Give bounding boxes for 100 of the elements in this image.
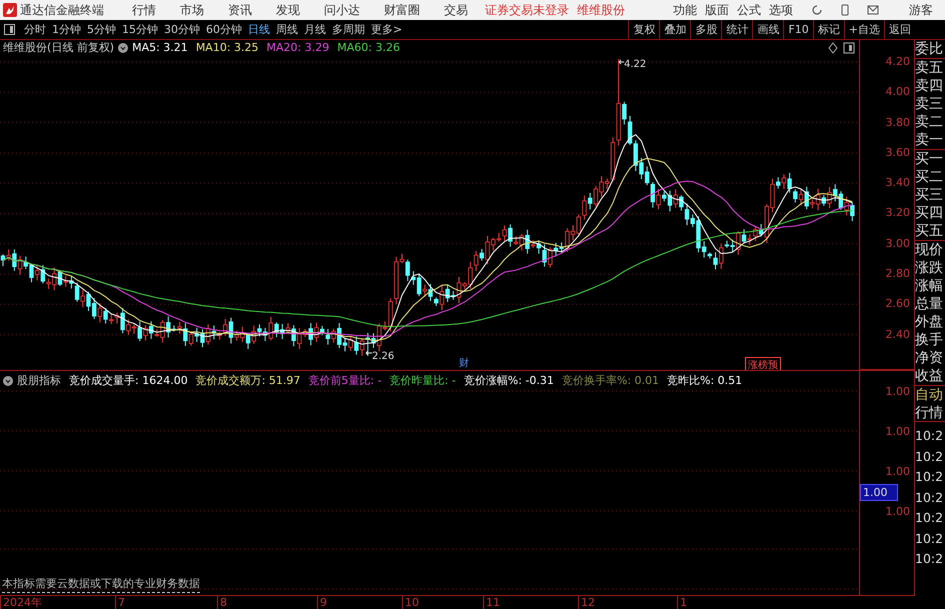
indicator-value: 竞价前5量比: - xyxy=(308,373,382,389)
date-axis-label: 9 xyxy=(317,596,327,609)
indicator-value: 竞昨比%: 0.51 xyxy=(667,373,742,389)
menu-item[interactable]: 市场 xyxy=(180,0,204,20)
quote-label: 涨幅 xyxy=(915,277,944,295)
indicator-value: 竞价换手率%: 0.01 xyxy=(562,373,660,389)
leader-line xyxy=(366,350,372,356)
trade-time: 10:2 xyxy=(915,468,944,486)
period-tab[interactable]: 1分钟 xyxy=(49,20,84,39)
quote-label: 总量 xyxy=(915,295,944,313)
period-tab[interactable]: 月线 xyxy=(301,20,329,39)
quote-label: 卖五 xyxy=(915,59,944,77)
period-tab[interactable]: 60分钟 xyxy=(203,20,245,39)
date-axis-label: 7 xyxy=(115,596,125,609)
period-tab[interactable]: 15分钟 xyxy=(119,20,161,39)
menu-item[interactable]: 版面 xyxy=(705,0,729,20)
indicator-axis-label: 1.00 xyxy=(884,385,911,399)
refresh-icon[interactable] xyxy=(811,4,823,16)
date-axis-label: 1 xyxy=(677,596,687,609)
indicator-axis-label: 1.00 xyxy=(884,505,911,519)
dropdown-icon[interactable] xyxy=(118,43,128,53)
menu-item[interactable]: 功能 xyxy=(673,0,697,20)
period-tab[interactable]: 多周期 xyxy=(329,20,368,39)
quote-label: 买三 xyxy=(915,186,944,204)
price-axis-label: 3.20 xyxy=(884,205,911,222)
price-axis-label: 4.20 xyxy=(884,54,911,70)
date-axis-label: 10 xyxy=(402,596,419,609)
quote-label: 换手 xyxy=(915,331,944,349)
quote-label: 买五 xyxy=(915,222,944,240)
leader-line xyxy=(618,60,624,64)
date-axis-label: 2024年 xyxy=(0,596,42,609)
moving-average-value: MA60: 3.26 xyxy=(337,40,400,56)
low-price-label: 2.26 xyxy=(372,350,394,364)
indicator-value: 竞价涨幅%: -0.31 xyxy=(464,373,554,389)
chart-tools-icon[interactable] xyxy=(828,42,856,54)
price-axis-label: 3.80 xyxy=(884,114,911,131)
quote-label: 卖三 xyxy=(915,95,944,113)
period-tab[interactable]: 分时 xyxy=(21,20,49,39)
finance-marker: 财 xyxy=(459,356,469,370)
app-logo-icon xyxy=(3,3,17,17)
dropdown-icon[interactable] xyxy=(3,376,13,386)
indicator-axis-label: 1.00 xyxy=(884,425,911,439)
period-tab[interactable]: 30分钟 xyxy=(161,20,203,39)
indicator-axis-label: 1.00 xyxy=(884,465,911,479)
moving-average-value: MA10: 3.25 xyxy=(196,40,259,56)
moving-average-value: MA5: 3.21 xyxy=(132,40,188,56)
quote-label: 收益 xyxy=(915,367,944,385)
quote-label: 卖二 xyxy=(915,113,944,131)
price-axis-label: 3.60 xyxy=(884,144,911,161)
quote-label: 涨跌 xyxy=(915,259,944,277)
quote-label: 买一 xyxy=(915,150,944,168)
trade-time: 10:2 xyxy=(915,427,944,445)
period-tab[interactable]: 日线 xyxy=(245,20,273,39)
high-price-label: 4.22 xyxy=(624,58,646,72)
indicator-value: 竞价成交量手: 1624.00 xyxy=(69,373,188,389)
user-name[interactable]: 游客 xyxy=(909,0,933,20)
date-axis-label: 8 xyxy=(217,596,227,609)
current-value-tag: 1.00 xyxy=(860,484,898,501)
trade-time: 10:2 xyxy=(915,488,944,506)
price-axis-label: 2.60 xyxy=(884,296,911,312)
price-axis-label: 4.00 xyxy=(884,84,911,100)
trade-time: 10:2 xyxy=(915,530,944,548)
menu-item[interactable]: 财富圈 xyxy=(384,0,420,20)
menu-item[interactable]: 行情 xyxy=(132,0,156,20)
menu-item[interactable]: 问小达 xyxy=(324,0,360,20)
period-tab[interactable]: 周线 xyxy=(273,20,301,39)
menu-item[interactable]: 资讯 xyxy=(228,0,252,20)
stock-name-link[interactable]: 维维股份 xyxy=(577,0,625,20)
price-axis-label: 2.40 xyxy=(884,326,911,343)
login-status[interactable]: 证券交易未登录 xyxy=(485,0,569,20)
data-requirement-note: 本指标需要云数据或下载的专业财务数据 xyxy=(2,576,200,593)
app-title: 通达信金融终端 xyxy=(20,2,104,19)
quote-label: 卖一 xyxy=(915,131,944,149)
mode-label[interactable]: 自动 xyxy=(915,386,945,404)
date-axis-label: 11 xyxy=(483,596,500,609)
menu-item[interactable]: 公式 xyxy=(737,0,761,20)
quote-label: 净资 xyxy=(915,349,944,367)
period-tab[interactable]: 5分钟 xyxy=(84,20,119,39)
moving-average-value: MA20: 3.29 xyxy=(266,40,330,56)
panel-toggle-icon[interactable] xyxy=(4,24,15,35)
quote-label: 买四 xyxy=(915,204,944,222)
price-axis-label: 3.00 xyxy=(884,236,911,252)
chart-title: 维维股份(日线 前复权) xyxy=(3,40,114,56)
quote-label: 卖四 xyxy=(915,77,944,95)
menu-item[interactable]: 选项 xyxy=(769,0,793,20)
quote-tab[interactable]: 行情 xyxy=(915,404,945,422)
date-axis-label: 12 xyxy=(578,596,595,609)
mail-icon[interactable] xyxy=(867,4,879,16)
menu-item[interactable]: 交易 xyxy=(444,0,468,20)
phone-icon[interactable] xyxy=(841,4,849,16)
menu-item[interactable]: 发现 xyxy=(276,0,300,20)
more-periods-link[interactable]: 更多> xyxy=(368,20,406,39)
indicator-value: 竞价昨量比: - xyxy=(390,373,456,389)
indicator-name: 股朋指标 xyxy=(17,373,61,389)
event-tag: 涨榜预 xyxy=(745,357,781,370)
price-axis-label: 3.40 xyxy=(884,175,911,192)
quote-label: 买二 xyxy=(915,168,944,186)
trade-time: 10:2 xyxy=(915,550,944,568)
price-axis-label: 2.80 xyxy=(884,266,911,282)
indicator-value: 竞价成交额万: 51.97 xyxy=(196,373,300,389)
